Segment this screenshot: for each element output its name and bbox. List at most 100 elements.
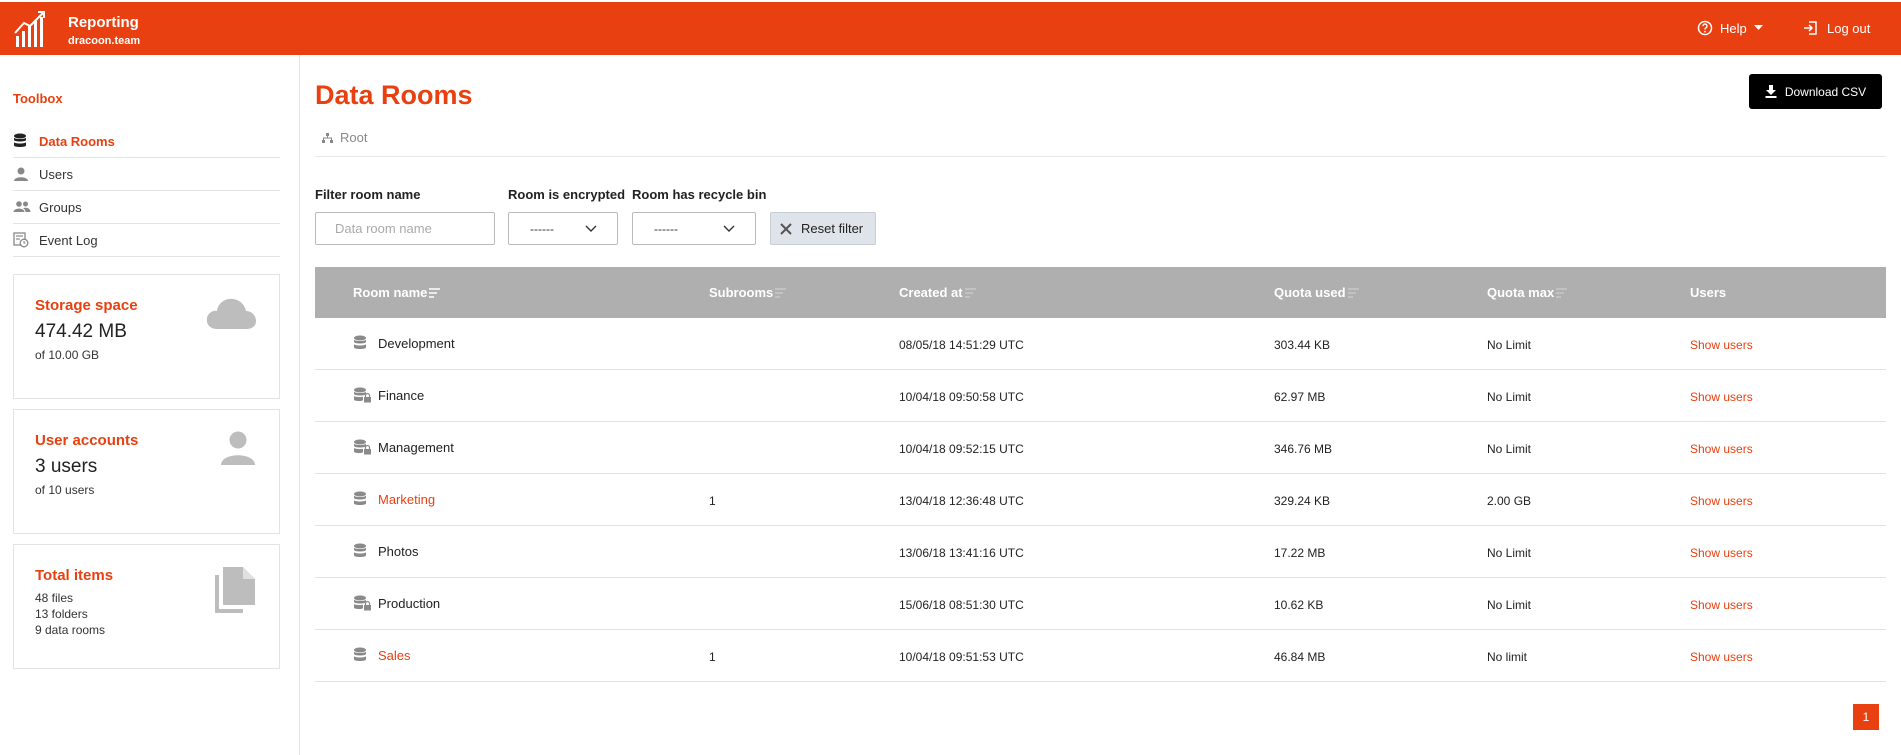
show-users-link[interactable]: Show users: [1690, 442, 1753, 456]
reporting-logo-icon: [14, 11, 45, 47]
quota-used-cell: 17.22 MB: [1274, 546, 1326, 560]
download-csv-button[interactable]: Download CSV: [1749, 74, 1882, 109]
table-row: Management 10/04/18 09:52:15 UTC 346.76 MB…: [315, 422, 1886, 474]
top-bar: Reporting dracoon.team Help Log out: [0, 0, 1901, 55]
show-users-link[interactable]: Show users: [1690, 494, 1753, 508]
room-name[interactable]: Marketing: [378, 492, 435, 507]
accounts-limit: of 10 users: [35, 483, 95, 497]
column-header-quota-used[interactable]: Quota used: [1274, 285, 1359, 300]
help-label: Help: [1720, 20, 1747, 36]
room-name-cell: Marketing: [353, 491, 435, 507]
column-header-subrooms[interactable]: Subrooms: [709, 285, 787, 300]
quota-max-cell: 2.00 GB: [1487, 494, 1532, 508]
download-icon: [1765, 85, 1777, 98]
files-icon: [215, 567, 255, 613]
total-items-card: Total items 48 files 13 folders 9 data r…: [13, 544, 280, 669]
cloud-icon: [206, 298, 256, 329]
sort-icon: [964, 287, 976, 298]
group-icon: [13, 200, 39, 214]
storage-value: 474.42 MB: [35, 321, 127, 342]
column-header-label: Quota max: [1487, 285, 1555, 300]
column-header-created-at[interactable]: Created at: [899, 285, 976, 300]
help-menu[interactable]: Help: [1697, 20, 1763, 36]
show-users-link[interactable]: Show users: [1690, 338, 1753, 352]
sidebar-item-label: Groups: [39, 199, 82, 215]
room-name[interactable]: Sales: [378, 648, 411, 663]
quota-max-cell: No limit: [1487, 650, 1528, 664]
show-users-link[interactable]: Show users: [1690, 650, 1753, 664]
room-encrypted-label: Room is encrypted: [508, 187, 626, 202]
room-name-filter-input[interactable]: [315, 212, 495, 245]
sidebar-item-label: Users: [39, 166, 73, 182]
data-room-icon: [353, 543, 378, 559]
pagination-page-button[interactable]: 1: [1853, 704, 1879, 730]
quota-used-cell: 62.97 MB: [1274, 390, 1326, 404]
storage-limit: of 10.00 GB: [35, 348, 100, 362]
sidebar-item-label: Data Rooms: [39, 133, 115, 149]
room-name-cell: Photos: [353, 543, 418, 559]
subrooms-cell: 1: [709, 650, 716, 664]
reset-filter-label: Reset filter: [801, 221, 864, 236]
created-at-cell: 13/04/18 12:36:48 UTC: [899, 494, 1024, 508]
brand-title: Reporting: [68, 14, 139, 31]
hierarchy-icon: [322, 132, 333, 143]
column-header-quota-max[interactable]: Quota max: [1487, 285, 1568, 300]
room-name: Photos: [378, 543, 419, 559]
table-row: Photos 13/06/18 13:41:16 UTC 17.22 MB No Li…: [315, 526, 1886, 578]
logout-label: Log out: [1827, 20, 1871, 36]
table-row: Marketing 1 13/04/18 12:36:48 UTC 329.24 KB…: [315, 474, 1886, 526]
recycle-bin-select[interactable]: ------: [632, 212, 756, 245]
toolbox-heading: Toolbox: [13, 91, 63, 106]
subrooms-cell: 1: [709, 494, 716, 508]
accounts-value: 3 users: [35, 456, 98, 477]
room-name-cell: Sales: [353, 647, 411, 663]
logout-button[interactable]: Log out: [1803, 20, 1870, 36]
created-at-cell: 13/06/18 13:41:16 UTC: [899, 546, 1024, 560]
room-recycle-bin-label: Room has recycle bin: [632, 187, 767, 202]
sidebar: Toolbox Data Rooms Users Groups Event Lo…: [0, 55, 300, 755]
sidebar-item-label: Event Log: [39, 232, 98, 248]
column-header-label: Room name: [353, 285, 428, 300]
quota-max-cell: No Limit: [1487, 338, 1532, 352]
sidebar-item-users[interactable]: Users: [13, 158, 280, 191]
folders-count: 13 folders: [35, 607, 88, 621]
filter-room-name-label: Filter room name: [315, 187, 421, 202]
show-users-link[interactable]: Show users: [1690, 598, 1753, 612]
card-title: Storage space: [35, 297, 138, 314]
sidebar-item-groups[interactable]: Groups: [13, 191, 280, 224]
show-users-link[interactable]: Show users: [1690, 546, 1753, 560]
table-header: Room name Subrooms Created at Quota used…: [315, 267, 1886, 318]
room-name-cell: Management: [353, 439, 454, 455]
user-icon: [13, 166, 39, 182]
logout-icon: [1804, 21, 1817, 35]
breadcrumb-root[interactable]: Root: [340, 130, 367, 145]
quota-max-cell: No Limit: [1487, 390, 1532, 404]
caret-down-icon: [1753, 25, 1763, 30]
table-row: Production 15/06/18 08:51:30 UTC 10.62 KB N…: [315, 578, 1886, 630]
encrypted-select[interactable]: ------: [508, 212, 618, 245]
recycle-bin-select-value: ------: [654, 221, 678, 236]
sidebar-item-data-rooms[interactable]: Data Rooms: [13, 125, 280, 158]
column-header-users: Users: [1690, 285, 1726, 300]
sidebar-nav: Data Rooms Users Groups Event Log: [13, 125, 280, 257]
data-room-icon: [353, 335, 378, 351]
page-title: Data Rooms: [315, 80, 473, 110]
room-name-cell: Production: [353, 595, 440, 611]
quota-max-cell: No Limit: [1487, 442, 1532, 456]
user-icon: [221, 431, 255, 465]
column-header-label: Subrooms: [709, 285, 774, 300]
room-name-cell: Development: [353, 335, 455, 351]
room-name: Development: [378, 335, 455, 351]
created-at-cell: 10/04/18 09:50:58 UTC: [899, 390, 1024, 404]
card-title: User accounts: [35, 432, 139, 449]
sidebar-item-event-log[interactable]: Event Log: [13, 224, 280, 257]
show-users-link[interactable]: Show users: [1690, 390, 1753, 404]
column-header-room-name[interactable]: Room name: [353, 285, 441, 300]
quota-max-cell: No Limit: [1487, 598, 1532, 612]
user-accounts-card: User accounts 3 users of 10 users: [13, 409, 280, 534]
reset-filter-button[interactable]: Reset filter: [770, 212, 876, 245]
quota-used-cell: 329.24 KB: [1274, 494, 1331, 508]
column-header-label: Created at: [899, 285, 963, 300]
sort-icon: [1556, 287, 1568, 298]
brand-subtitle: dracoon.team: [68, 35, 141, 47]
